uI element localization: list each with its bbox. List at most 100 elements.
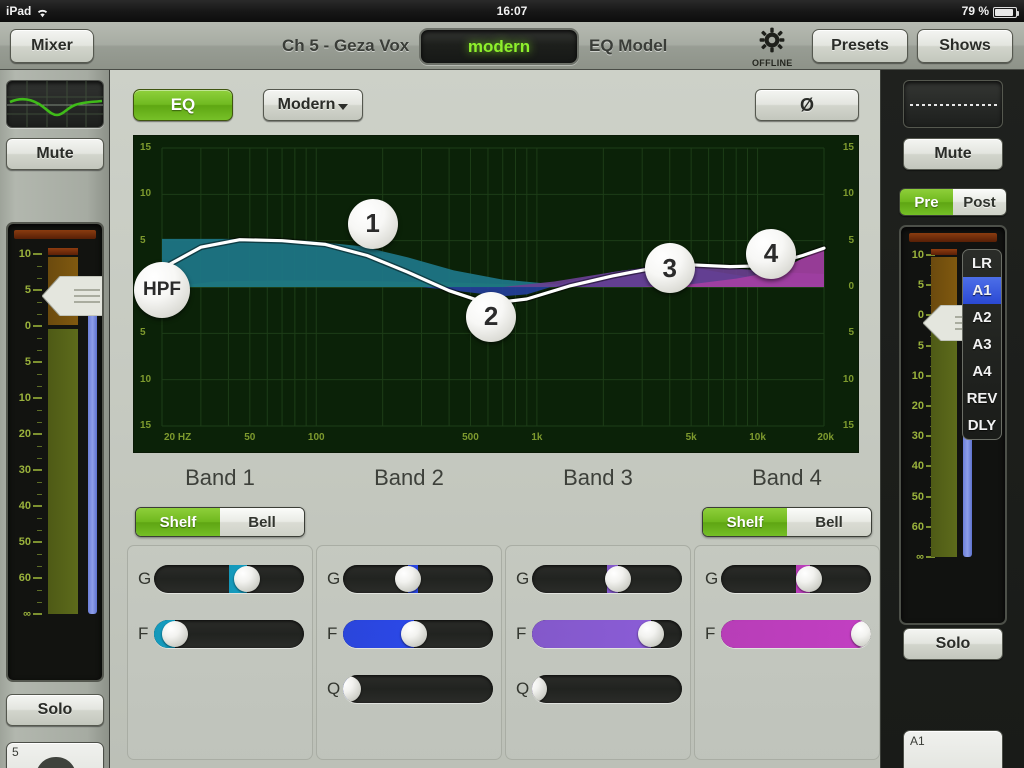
- band-4-gain-slider[interactable]: [721, 565, 871, 593]
- eq-response-graph[interactable]: 151510105500551010151520 HZ501005001k5k1…: [133, 135, 859, 453]
- aux-send-box[interactable]: A1 Aux 1: [903, 730, 1003, 768]
- top-toolbar: ‹ Mixer Ch 5 - Geza Vox modern EQ Model: [0, 22, 1024, 70]
- y-axis-label-right-5: 10: [842, 373, 854, 385]
- scale-label: 50: [911, 490, 924, 503]
- battery-icon: [993, 6, 1019, 18]
- fader-handle-icon[interactable]: [41, 275, 102, 317]
- band-1-frequency-slider-row: F: [138, 619, 304, 649]
- band-4-frequency-slider-fill: [721, 620, 864, 648]
- right-channel-strip: Mute Pre Post 10 5 0 5 10 20 30 40 50 60 ∞ LR A1 A2: [880, 70, 1024, 768]
- channel-title: Ch 5 - Geza Vox: [282, 36, 410, 55]
- eq-node-2[interactable]: 2: [466, 291, 517, 342]
- eq-node-hpf[interactable]: HPF: [134, 261, 190, 318]
- shows-button[interactable]: Shows: [917, 29, 1013, 63]
- eq-model-dropdown[interactable]: Modern: [263, 89, 363, 121]
- band-4-gain-slider-row: G: [705, 564, 871, 594]
- band-3-q-slider-knob: [532, 676, 547, 702]
- x-axis-label-7: 20k: [817, 432, 834, 443]
- y-axis-label-right-1: 10: [842, 188, 854, 200]
- bus-item-dly[interactable]: DLY: [963, 412, 1001, 439]
- eq-main-panel: EQ Modern Ø 151510105500551010151520 HZ5…: [110, 70, 880, 768]
- band-2-frequency-slider[interactable]: [343, 620, 493, 648]
- band-4-shelf-option[interactable]: Shelf: [703, 508, 787, 536]
- left-fader-meter[interactable]: 10 5 0 5 10 20 30 40 50 60 ∞: [6, 222, 104, 682]
- status-right: 79 %: [962, 4, 1019, 18]
- band-1-bell-option[interactable]: Bell: [220, 508, 304, 536]
- post-segment[interactable]: Post: [953, 189, 1006, 215]
- scale-label: 30: [911, 430, 924, 443]
- scale-tick-minor: [37, 266, 42, 267]
- bus-item-a4[interactable]: A4: [963, 358, 1001, 385]
- mute-button-left[interactable]: Mute: [6, 138, 104, 170]
- bus-item-lr[interactable]: LR: [963, 250, 1001, 277]
- solo-button-right[interactable]: Solo: [903, 628, 1003, 660]
- scale-tick-minor: [37, 494, 42, 495]
- band-4-bell-option[interactable]: Bell: [787, 508, 871, 536]
- scale-tick: [33, 325, 42, 327]
- band-3-gain-slider[interactable]: [532, 565, 682, 593]
- x-axis-label-1: 50: [244, 432, 256, 443]
- mixer-back-button[interactable]: Mixer: [10, 29, 94, 63]
- y-axis-label-left-4: 5: [140, 327, 146, 339]
- band-1-gain-slider[interactable]: [154, 565, 304, 593]
- band-title-2: Band 2: [374, 465, 444, 490]
- scale-tick-minor: [37, 482, 42, 483]
- band-4-frequency-slider[interactable]: [721, 620, 871, 648]
- band-1-frequency-slider-fill: [154, 620, 175, 648]
- band-1-frequency-slider[interactable]: [154, 620, 304, 648]
- x-axis-label-2: 100: [307, 432, 325, 443]
- eq-node-1[interactable]: 1: [347, 198, 398, 249]
- mute-button-right[interactable]: Mute: [903, 138, 1003, 170]
- solo-button-left[interactable]: Solo: [6, 694, 104, 726]
- band-3-q-slider[interactable]: [532, 675, 682, 703]
- bus-item-a3[interactable]: A3: [963, 331, 1001, 358]
- meter-peak-left: [48, 248, 78, 255]
- eq-enable-button[interactable]: EQ: [133, 89, 233, 121]
- scale-tick-minor: [37, 374, 42, 375]
- band-3-gain-slider-label: G: [516, 569, 530, 588]
- eq-node-4[interactable]: 4: [745, 228, 796, 279]
- band-4-shape-toggle: Shelf Bell: [702, 507, 872, 537]
- scale-tick-minor: [37, 338, 42, 339]
- band-2-frequency-slider-row: F: [327, 619, 493, 649]
- meter-lower-left: [48, 329, 78, 614]
- scale-label: 20: [18, 428, 31, 440]
- band-title-1: Band 1: [185, 465, 255, 490]
- clock: 16:07: [496, 4, 528, 18]
- band-4-gain-slider-label: G: [705, 569, 719, 588]
- band-3-frequency-slider-row: F: [516, 619, 682, 649]
- flat-curve-thumbnail[interactable]: [903, 80, 1003, 128]
- scale-tick-minor: [37, 602, 42, 603]
- offline-status[interactable]: OFFLINE: [752, 27, 792, 68]
- pre-segment[interactable]: Pre: [900, 189, 953, 215]
- right-fader-meter[interactable]: 10 5 0 5 10 20 30 40 50 60 ∞ LR A1 A2 A3 A4 REV DLY: [899, 225, 1007, 625]
- eq-model-display[interactable]: modern: [419, 28, 579, 65]
- y-axis-label-left-6: 15: [140, 420, 152, 431]
- scale-tick-minor: [37, 554, 42, 555]
- scale-label: 5: [917, 339, 924, 352]
- y-axis-label-right-6: 15: [842, 420, 854, 431]
- scale-label: 10: [18, 392, 31, 404]
- x-axis-label-4: 1k: [531, 432, 543, 443]
- eq-node-3[interactable]: 3: [644, 243, 695, 294]
- phase-invert-button[interactable]: Ø: [755, 89, 859, 121]
- aux-number: A1: [910, 734, 925, 748]
- band-2-gain-slider[interactable]: [343, 565, 493, 593]
- scale-label: ∞: [916, 551, 924, 563]
- band-3-frequency-slider[interactable]: [532, 620, 682, 648]
- band-2-frequency-slider-label: F: [327, 624, 338, 643]
- band-2-q-slider[interactable]: [343, 675, 493, 703]
- bus-item-a1[interactable]: A1: [963, 277, 1001, 304]
- band-2-q-slider-fill: [343, 675, 348, 703]
- presets-button[interactable]: Presets: [812, 29, 908, 63]
- channel-avatar[interactable]: 5 Geza Vox: [6, 742, 104, 768]
- band-1-shelf-option[interactable]: Shelf: [136, 508, 220, 536]
- scale-label: 40: [18, 500, 31, 512]
- eq-curve-thumbnail[interactable]: [6, 80, 104, 128]
- bus-item-rev[interactable]: REV: [963, 385, 1001, 412]
- band-1-gain-slider-row: G: [138, 564, 304, 594]
- scale-tick: [33, 469, 42, 471]
- offline-label: OFFLINE: [752, 58, 793, 68]
- band-4-gain-slider-fill: [796, 565, 810, 593]
- bus-item-a2[interactable]: A2: [963, 304, 1001, 331]
